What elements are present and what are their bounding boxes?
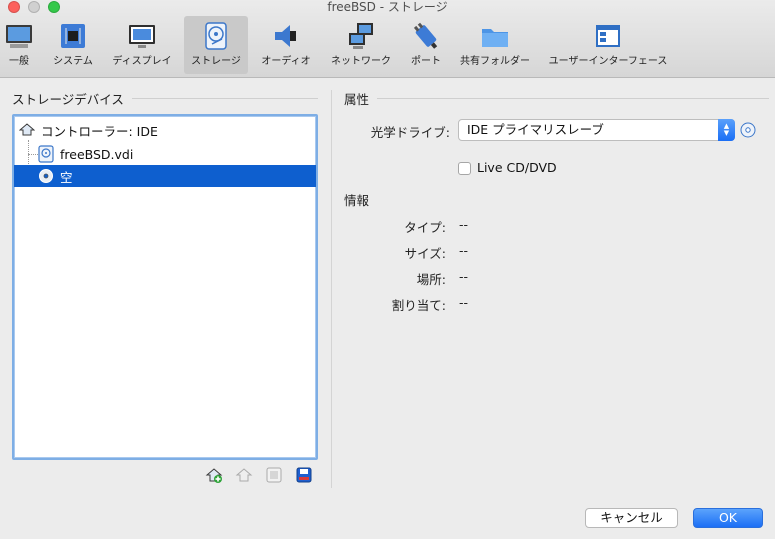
tab-network[interactable]: ネットワーク	[326, 16, 396, 74]
title-bar: freeBSD - ストレージ 一般 システム ディスプレイ ストレージ オーデ…	[0, 0, 775, 78]
optical-disc-icon	[39, 169, 53, 183]
harddisk-icon	[205, 22, 227, 50]
info-location-value: --	[459, 269, 469, 284]
settings-window: freeBSD - ストレージ 一般 システム ディスプレイ ストレージ オーデ…	[0, 0, 775, 539]
settings-toolbar: 一般 システム ディスプレイ ストレージ オーディオ ネットワーク ポート 共有…	[0, 16, 775, 76]
tab-system[interactable]: システム	[46, 16, 100, 74]
display-icon	[129, 25, 155, 48]
info-location-label: 場所:	[416, 272, 446, 287]
live-cd-label: Live CD/DVD	[477, 160, 557, 175]
window-ui-icon	[596, 25, 620, 47]
tab-display[interactable]: ディスプレイ	[110, 16, 174, 74]
info-attached-value: --	[459, 295, 469, 310]
info-size-label: サイズ:	[404, 246, 446, 261]
attributes-header: 属性	[344, 89, 769, 108]
add-attachment-icon[interactable]	[205, 466, 223, 484]
choose-disc-icon[interactable]	[740, 122, 756, 138]
network-icon	[349, 23, 373, 49]
tab-shared-folders[interactable]: 共有フォルダー	[458, 16, 532, 74]
tab-user-interface[interactable]: ユーザーインターフェース	[546, 16, 670, 74]
info-size-value: --	[459, 243, 469, 258]
tree-item-optical[interactable]: 空	[14, 165, 316, 187]
speaker-icon	[275, 25, 296, 47]
tab-audio[interactable]: オーディオ	[256, 16, 316, 74]
tree-item-disk[interactable]: freeBSD.vdi	[14, 143, 316, 165]
storage-tree[interactable]: コントローラー: IDE freeBSD.vdi 空	[12, 114, 318, 460]
tree-item-controller[interactable]: コントローラー: IDE	[14, 119, 316, 141]
tab-general[interactable]: 一般	[0, 16, 38, 74]
hard-disk-icon	[38, 145, 54, 163]
optical-drive-label: 光学ドライブ:	[370, 125, 450, 140]
panel-divider	[331, 90, 332, 488]
remove-controller-icon[interactable]	[295, 466, 313, 484]
plug-icon	[413, 22, 438, 49]
tab-ports[interactable]: ポート	[406, 16, 446, 74]
chip-icon	[61, 24, 85, 48]
monitor-icon	[6, 25, 32, 48]
optical-drive-select[interactable]: IDE プライマリスレーブ ▲ ▼	[458, 119, 735, 141]
live-cd-checkbox[interactable]	[458, 162, 471, 175]
folder-icon	[482, 29, 508, 47]
add-controller-icon[interactable]	[265, 466, 283, 484]
info-attached-label: 割り当て:	[391, 298, 446, 313]
storage-devices-header: ストレージデバイス	[12, 89, 318, 108]
tab-storage[interactable]: ストレージ	[184, 16, 248, 74]
info-type-value: --	[459, 217, 469, 232]
info-type-label: タイプ:	[404, 220, 446, 235]
tree-toolbar	[205, 466, 313, 484]
ok-button[interactable]: OK	[693, 508, 763, 528]
info-header: 情報	[344, 193, 370, 208]
ide-controller-icon	[19, 123, 35, 136]
remove-attachment-icon[interactable]	[235, 466, 253, 484]
cancel-button[interactable]: キャンセル	[585, 508, 678, 528]
select-arrows-icon: ▲ ▼	[718, 119, 735, 141]
window-title: freeBSD - ストレージ	[327, 0, 448, 14]
